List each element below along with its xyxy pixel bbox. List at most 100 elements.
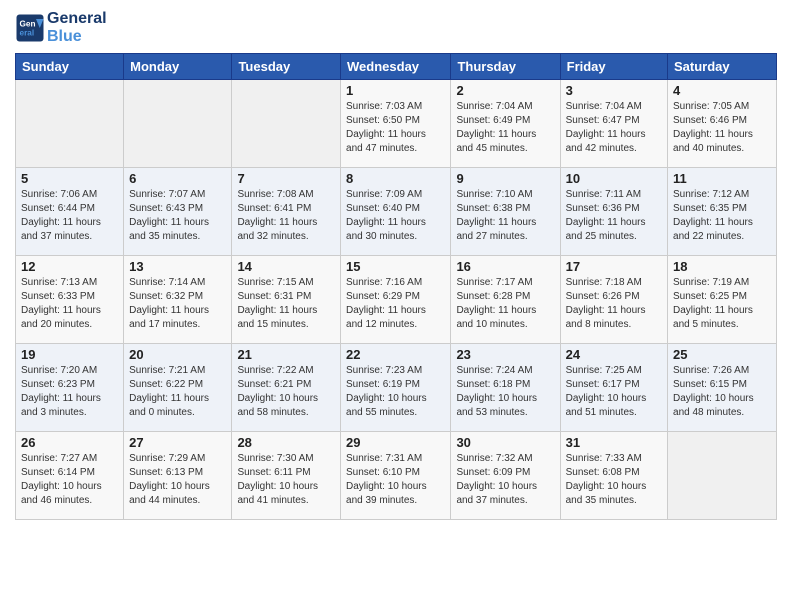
day-info: Sunrise: 7:23 AM Sunset: 6:19 PM Dayligh… [346, 364, 445, 420]
calendar-cell: 9 Sunrise: 7:10 AM Sunset: 6:38 PM Daylig… [451, 168, 560, 256]
weekday-header-tuesday: Tuesday [232, 54, 341, 80]
svg-text:Gen: Gen [20, 19, 36, 28]
calendar-cell: 12 Sunrise: 7:13 AM Sunset: 6:33 PM Dayli… [16, 256, 124, 344]
day-number: 29 [346, 435, 445, 450]
calendar-cell: 19 Sunrise: 7:20 AM Sunset: 6:23 PM Dayli… [16, 344, 124, 432]
logo-text: General Blue [47, 10, 107, 45]
day-number: 28 [237, 435, 335, 450]
day-info: Sunrise: 7:12 AM Sunset: 6:35 PM Dayligh… [673, 188, 771, 244]
day-info: Sunrise: 7:11 AM Sunset: 6:36 PM Dayligh… [566, 188, 662, 244]
calendar-cell [16, 80, 124, 168]
day-info: Sunrise: 7:30 AM Sunset: 6:11 PM Dayligh… [237, 452, 335, 508]
calendar-cell: 30 Sunrise: 7:32 AM Sunset: 6:09 PM Dayli… [451, 432, 560, 520]
calendar-cell: 31 Sunrise: 7:33 AM Sunset: 6:08 PM Dayli… [560, 432, 667, 520]
calendar-cell: 5Sunrise: 7:06 AM Sunset: 6:44 PM Daylig… [16, 168, 124, 256]
day-info: Sunrise: 7:10 AM Sunset: 6:38 PM Dayligh… [456, 188, 554, 244]
day-info: Sunrise: 7:03 AM Sunset: 6:50 PM Dayligh… [346, 100, 445, 156]
svg-text:eral: eral [20, 28, 35, 37]
day-info: Sunrise: 7:29 AM Sunset: 6:13 PM Dayligh… [129, 452, 226, 508]
calendar-cell: 23Sunrise: 7:24 AM Sunset: 6:18 PM Dayli… [451, 344, 560, 432]
day-number: 1 [346, 83, 445, 98]
calendar-cell: 16Sunrise: 7:17 AM Sunset: 6:28 PM Dayli… [451, 256, 560, 344]
weekday-header-thursday: Thursday [451, 54, 560, 80]
weekday-header-monday: Monday [124, 54, 232, 80]
day-info: Sunrise: 7:31 AM Sunset: 6:10 PM Dayligh… [346, 452, 445, 508]
calendar-cell: 20Sunrise: 7:21 AM Sunset: 6:22 PM Dayli… [124, 344, 232, 432]
day-info: Sunrise: 7:04 AM Sunset: 6:47 PM Dayligh… [566, 100, 662, 156]
day-number: 6 [129, 171, 226, 186]
calendar-cell: 7 Sunrise: 7:08 AM Sunset: 6:41 PM Daylig… [232, 168, 341, 256]
day-info: Sunrise: 7:20 AM Sunset: 6:23 PM Dayligh… [21, 364, 118, 420]
week-row-1: 1 Sunrise: 7:03 AM Sunset: 6:50 PM Daylig… [16, 80, 777, 168]
day-number: 3 [566, 83, 662, 98]
day-number: 19 [21, 347, 118, 362]
day-info: Sunrise: 7:33 AM Sunset: 6:08 PM Dayligh… [566, 452, 662, 508]
calendar-cell: 14Sunrise: 7:15 AM Sunset: 6:31 PM Dayli… [232, 256, 341, 344]
day-info: Sunrise: 7:13 AM Sunset: 6:33 PM Dayligh… [21, 276, 118, 332]
calendar-cell: 11 Sunrise: 7:12 AM Sunset: 6:35 PM Dayli… [668, 168, 777, 256]
day-info: Sunrise: 7:09 AM Sunset: 6:40 PM Dayligh… [346, 188, 445, 244]
calendar-cell: 21Sunrise: 7:22 AM Sunset: 6:21 PM Dayli… [232, 344, 341, 432]
logo: Gen eral General Blue [15, 10, 107, 45]
day-number: 21 [237, 347, 335, 362]
day-number: 2 [456, 83, 554, 98]
day-number: 17 [566, 259, 662, 274]
day-number: 14 [237, 259, 335, 274]
day-info: Sunrise: 7:17 AM Sunset: 6:28 PM Dayligh… [456, 276, 554, 332]
day-number: 9 [456, 171, 554, 186]
day-number: 20 [129, 347, 226, 362]
calendar-cell: 4Sunrise: 7:05 AM Sunset: 6:46 PM Daylig… [668, 80, 777, 168]
day-info: Sunrise: 7:08 AM Sunset: 6:41 PM Dayligh… [237, 188, 335, 244]
calendar-cell: 15Sunrise: 7:16 AM Sunset: 6:29 PM Dayli… [341, 256, 451, 344]
day-info: Sunrise: 7:32 AM Sunset: 6:09 PM Dayligh… [456, 452, 554, 508]
day-number: 12 [21, 259, 118, 274]
day-number: 22 [346, 347, 445, 362]
week-row-5: 26 Sunrise: 7:27 AM Sunset: 6:14 PM Dayli… [16, 432, 777, 520]
day-number: 26 [21, 435, 118, 450]
calendar-cell [232, 80, 341, 168]
day-info: Sunrise: 7:07 AM Sunset: 6:43 PM Dayligh… [129, 188, 226, 244]
day-number: 31 [566, 435, 662, 450]
calendar-cell: 6 Sunrise: 7:07 AM Sunset: 6:43 PM Daylig… [124, 168, 232, 256]
calendar-cell: 10 Sunrise: 7:11 AM Sunset: 6:36 PM Dayli… [560, 168, 667, 256]
day-number: 30 [456, 435, 554, 450]
calendar-cell: 18Sunrise: 7:19 AM Sunset: 6:25 PM Dayli… [668, 256, 777, 344]
calendar-cell: 28 Sunrise: 7:30 AM Sunset: 6:11 PM Dayli… [232, 432, 341, 520]
day-info: Sunrise: 7:25 AM Sunset: 6:17 PM Dayligh… [566, 364, 662, 420]
week-row-3: 12 Sunrise: 7:13 AM Sunset: 6:33 PM Dayli… [16, 256, 777, 344]
day-info: Sunrise: 7:19 AM Sunset: 6:25 PM Dayligh… [673, 276, 771, 332]
logo-icon: Gen eral [15, 13, 45, 43]
calendar-cell: 17 Sunrise: 7:18 AM Sunset: 6:26 PM Dayli… [560, 256, 667, 344]
day-number: 7 [237, 171, 335, 186]
calendar-cell: 2 Sunrise: 7:04 AM Sunset: 6:49 PM Daylig… [451, 80, 560, 168]
day-info: Sunrise: 7:26 AM Sunset: 6:15 PM Dayligh… [673, 364, 771, 420]
day-number: 4 [673, 83, 771, 98]
day-number: 24 [566, 347, 662, 362]
calendar-cell [668, 432, 777, 520]
day-number: 10 [566, 171, 662, 186]
day-number: 8 [346, 171, 445, 186]
weekday-header-wednesday: Wednesday [341, 54, 451, 80]
day-info: Sunrise: 7:24 AM Sunset: 6:18 PM Dayligh… [456, 364, 554, 420]
day-info: Sunrise: 7:04 AM Sunset: 6:49 PM Dayligh… [456, 100, 554, 156]
calendar-cell: 25 Sunrise: 7:26 AM Sunset: 6:15 PM Dayli… [668, 344, 777, 432]
weekday-header-row: SundayMondayTuesdayWednesdayThursdayFrid… [16, 54, 777, 80]
weekday-header-sunday: Sunday [16, 54, 124, 80]
day-number: 25 [673, 347, 771, 362]
calendar-cell: 22 Sunrise: 7:23 AM Sunset: 6:19 PM Dayli… [341, 344, 451, 432]
week-row-4: 19 Sunrise: 7:20 AM Sunset: 6:23 PM Dayli… [16, 344, 777, 432]
calendar-cell: 3 Sunrise: 7:04 AM Sunset: 6:47 PM Daylig… [560, 80, 667, 168]
day-number: 15 [346, 259, 445, 274]
day-number: 11 [673, 171, 771, 186]
day-number: 27 [129, 435, 226, 450]
day-info: Sunrise: 7:18 AM Sunset: 6:26 PM Dayligh… [566, 276, 662, 332]
calendar-cell: 24 Sunrise: 7:25 AM Sunset: 6:17 PM Dayli… [560, 344, 667, 432]
calendar-cell [124, 80, 232, 168]
day-info: Sunrise: 7:14 AM Sunset: 6:32 PM Dayligh… [129, 276, 226, 332]
calendar-cell: 26 Sunrise: 7:27 AM Sunset: 6:14 PM Dayli… [16, 432, 124, 520]
calendar-cell: 8 Sunrise: 7:09 AM Sunset: 6:40 PM Daylig… [341, 168, 451, 256]
calendar: SundayMondayTuesdayWednesdayThursdayFrid… [15, 53, 777, 520]
weekday-header-saturday: Saturday [668, 54, 777, 80]
day-info: Sunrise: 7:27 AM Sunset: 6:14 PM Dayligh… [21, 452, 118, 508]
day-number: 13 [129, 259, 226, 274]
